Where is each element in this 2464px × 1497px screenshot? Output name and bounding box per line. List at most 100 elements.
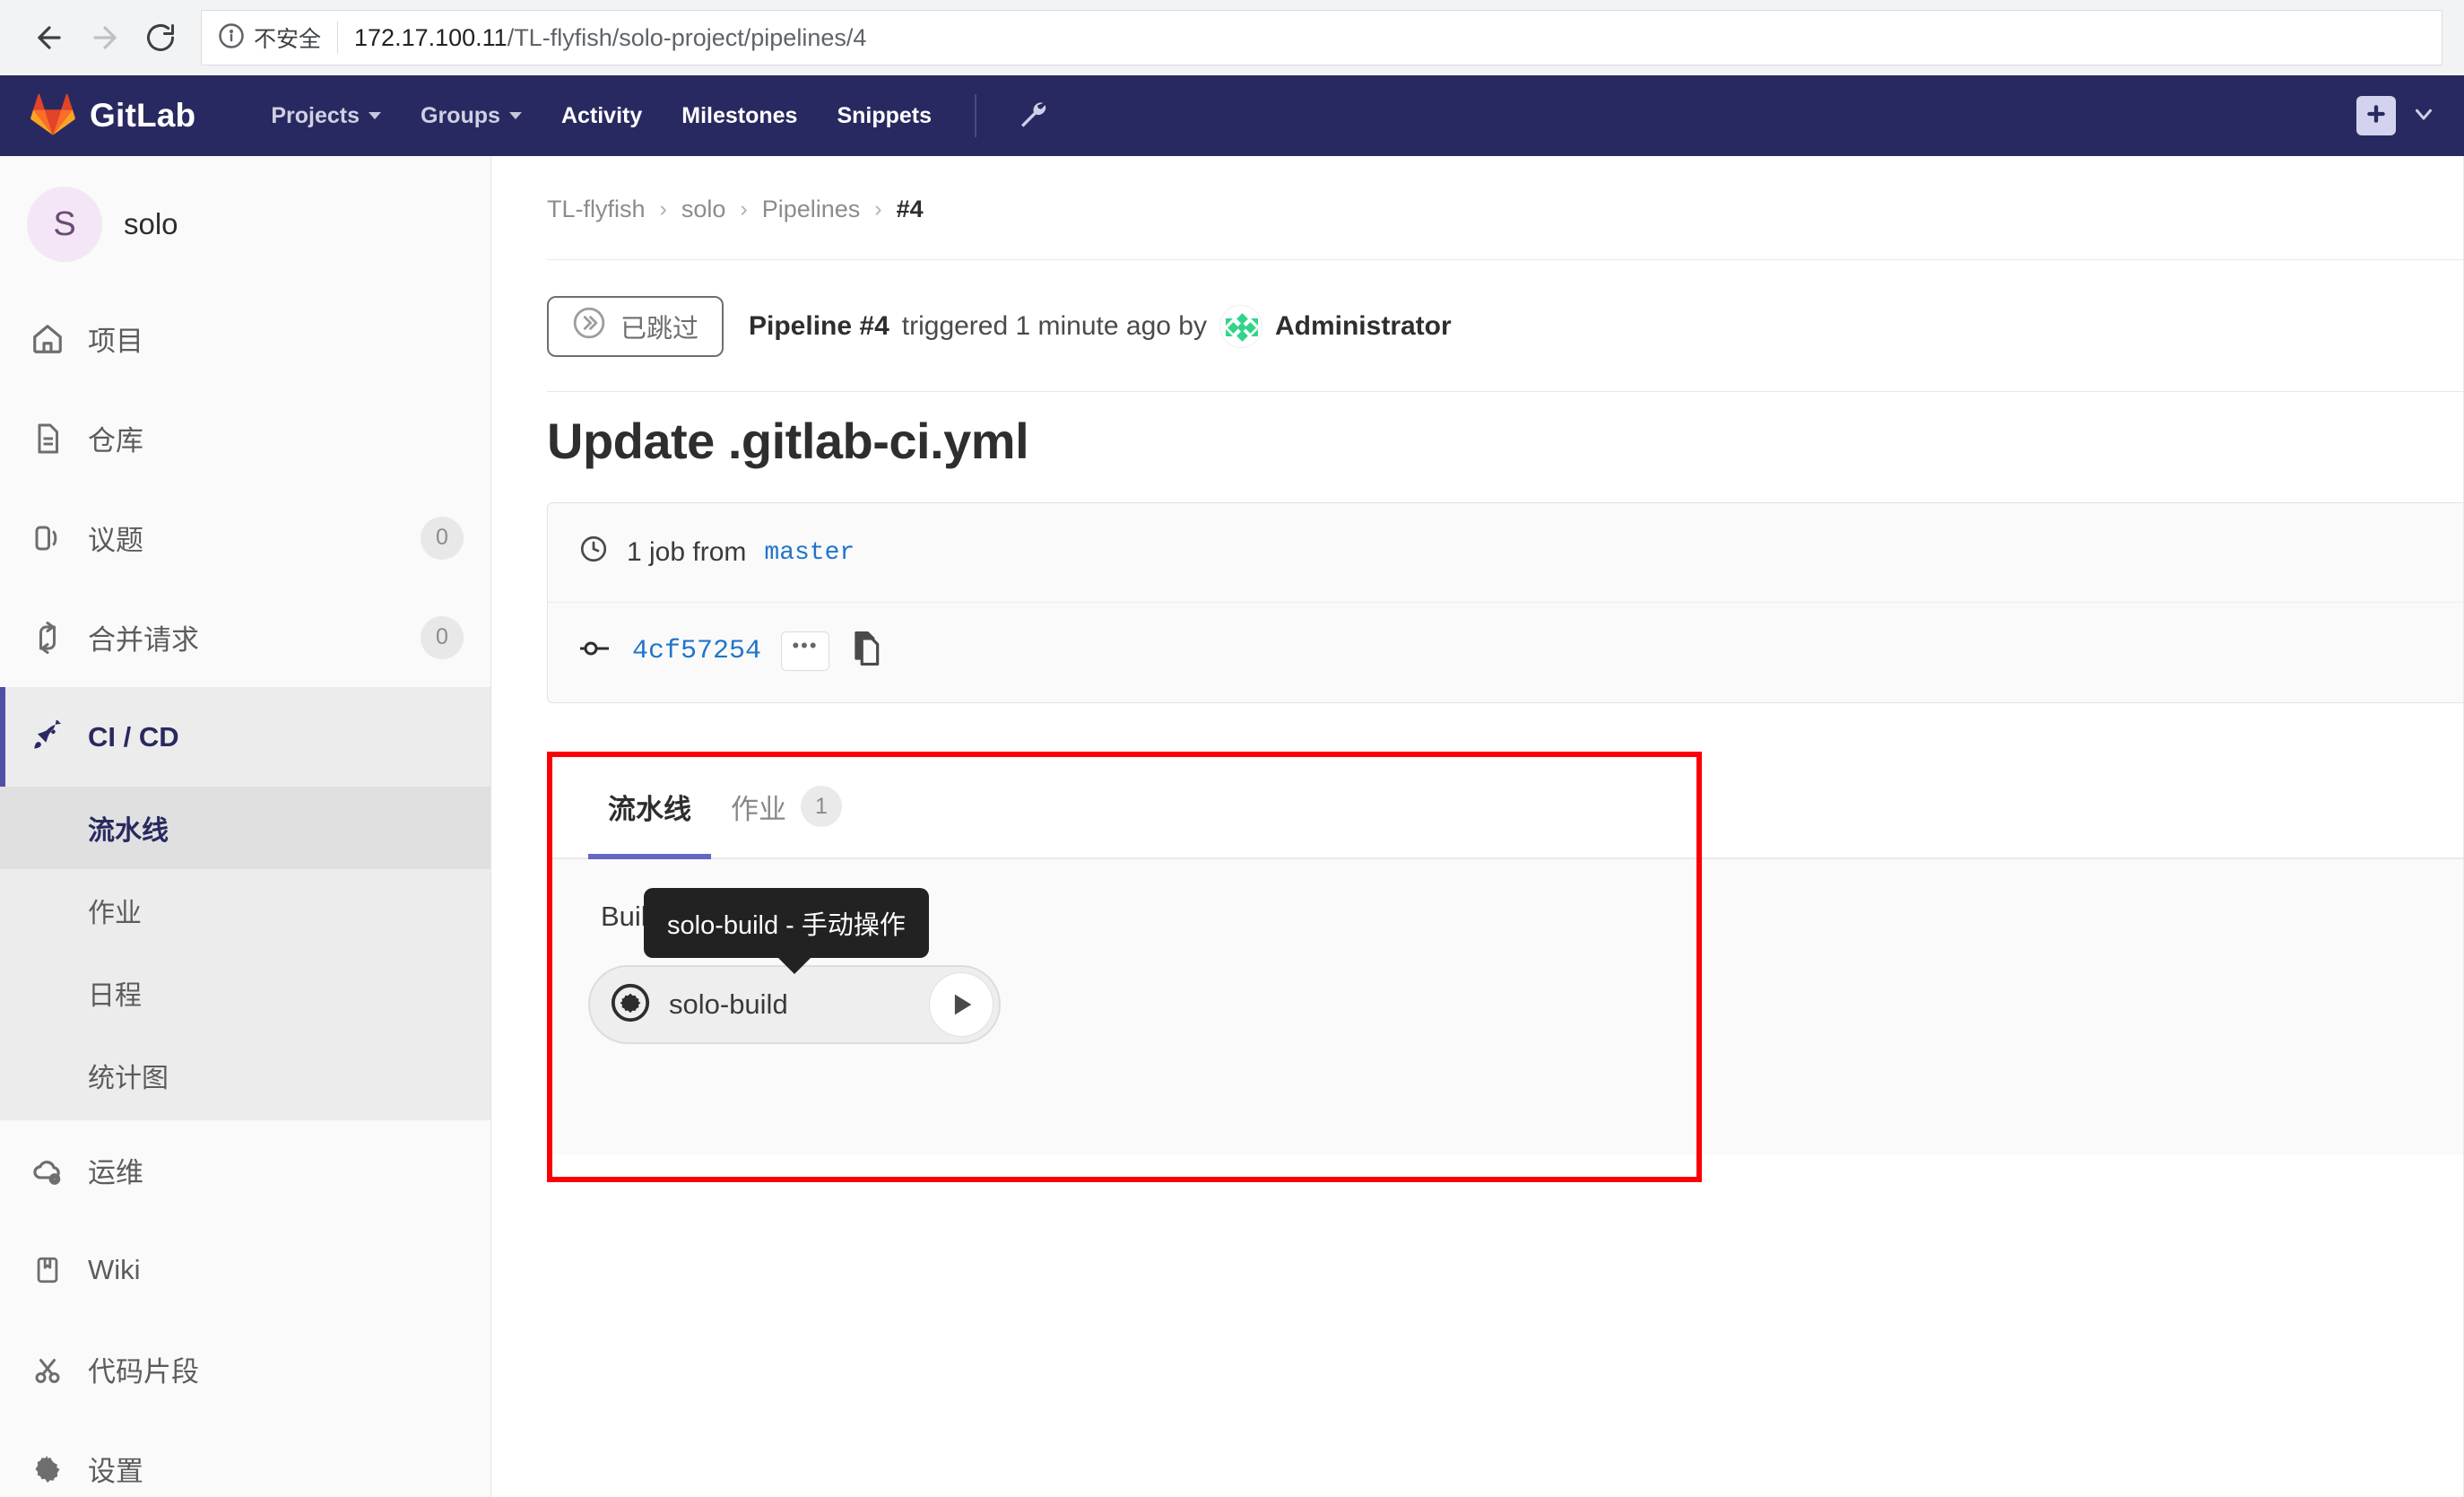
- page-body: S solo 项目 仓库 议题 0 合并请求 0 CI / CD 流水线 作业 …: [0, 156, 2464, 1497]
- url-text: 172.17.100.11/TL-flyfish/solo-project/pi…: [354, 24, 866, 52]
- page-title: Update .gitlab-ci.yml: [547, 413, 1029, 469]
- breadcrumb-separator: ›: [874, 196, 882, 222]
- sidebar-subitem-charts[interactable]: 统计图: [0, 1034, 490, 1117]
- sidebar-item-cicd[interactable]: CI / CD: [0, 687, 490, 787]
- url-host: 172.17.100.11: [354, 23, 508, 51]
- sidebar-subitem-schedules[interactable]: 日程: [0, 952, 490, 1034]
- trigger-user-name[interactable]: Administrator: [1275, 311, 1452, 342]
- breadcrumb-item-group[interactable]: TL-flyfish: [547, 196, 646, 223]
- book-icon: [29, 1255, 66, 1285]
- back-button[interactable]: [22, 10, 77, 65]
- pipeline-stage-column: Build solo-build - 手动操作 solo-build: [588, 888, 1010, 1044]
- sidebar-item-settings[interactable]: 设置: [0, 1419, 490, 1497]
- clock-icon: [578, 534, 609, 571]
- topnav-item-groups[interactable]: Groups: [401, 75, 542, 156]
- sidebar-item-label: 代码片段: [88, 1356, 199, 1388]
- sidebar-item-label: Wiki: [88, 1253, 141, 1285]
- sidebar-item-operations[interactable]: 运维: [0, 1120, 490, 1220]
- gitlab-top-navbar: GitLab Projects Groups Activity Mileston…: [0, 75, 2464, 156]
- topnav-item-milestones[interactable]: Milestones: [662, 75, 817, 156]
- browser-chrome: 不安全 172.17.100.11/TL-flyfish/solo-projec…: [0, 0, 2464, 75]
- chevron-down-icon[interactable]: [2410, 100, 2437, 132]
- topnav-label: Snippets: [837, 102, 933, 128]
- topnav-item-snippets[interactable]: Snippets: [817, 75, 951, 156]
- topnav-menu: Projects Groups Activity Milestones Snip…: [251, 75, 1068, 156]
- sidebar-item-repository[interactable]: 仓库: [0, 388, 490, 488]
- chevron-down-icon: [369, 112, 382, 119]
- sidebar-item-issues[interactable]: 议题 0: [0, 488, 490, 587]
- tab-label: 流水线: [608, 794, 691, 825]
- cloud-gear-icon: [29, 1153, 66, 1188]
- home-icon: [29, 322, 66, 356]
- play-icon[interactable]: [929, 972, 993, 1037]
- tab-jobs-count-badge: 1: [801, 786, 842, 827]
- identicon-avatar: [1219, 305, 1262, 348]
- document-icon: [29, 422, 66, 455]
- pipeline-tabs: 流水线 作业 1: [547, 743, 2464, 859]
- snippet-icon: [29, 1353, 66, 1386]
- settings-gear-icon: [29, 1453, 66, 1485]
- forward-arrow-icon: [88, 21, 122, 55]
- jobs-summary-text: 1 job from: [627, 537, 747, 567]
- wrench-icon: [1016, 97, 1048, 135]
- pipeline-summary-card: 1 job from master 4cf57254 •••: [547, 502, 2464, 703]
- pipeline-jobs-summary: 1 job from master: [548, 503, 2464, 603]
- sidebar-subitem-pipelines[interactable]: 流水线: [0, 787, 490, 869]
- project-name: solo: [124, 207, 178, 240]
- gitlab-logo-link[interactable]: GitLab: [30, 92, 195, 140]
- sidebar-item-merge-requests[interactable]: 合并请求 0: [0, 587, 490, 687]
- issues-icon: [29, 522, 66, 554]
- topnav-label: Activity: [560, 102, 643, 128]
- pipeline-header: 已跳过 Pipeline #4 triggered 1 minute ago b…: [547, 260, 2464, 391]
- info-circle-icon: [218, 22, 245, 54]
- status-badge[interactable]: 已跳过: [547, 296, 724, 357]
- breadcrumb-item-project[interactable]: solo: [681, 196, 726, 223]
- project-avatar: S: [27, 187, 102, 262]
- sidebar-item-wiki[interactable]: Wiki: [0, 1220, 490, 1319]
- issues-count-badge: 0: [421, 516, 464, 560]
- create-new-button[interactable]: [2356, 96, 2396, 135]
- job-tooltip: solo-build - 手动操作: [644, 888, 929, 974]
- topnav-item-activity[interactable]: Activity: [542, 75, 662, 156]
- admin-area-button[interactable]: [996, 75, 1068, 156]
- topnav-label: Projects: [271, 102, 360, 128]
- pipeline-job-card[interactable]: solo-build: [588, 965, 1001, 1044]
- sidebar-item-label: 仓库: [88, 425, 143, 457]
- breadcrumb-item-pipelines[interactable]: Pipelines: [762, 196, 861, 223]
- branch-link[interactable]: master: [764, 539, 855, 567]
- sidebar-item-label: 议题: [88, 525, 143, 556]
- security-indicator[interactable]: 不安全: [218, 22, 339, 54]
- sidebar-item-snippets[interactable]: 代码片段: [0, 1319, 490, 1419]
- project-sidebar: S solo 项目 仓库 议题 0 合并请求 0 CI / CD 流水线 作业 …: [0, 156, 491, 1497]
- breadcrumb: TL-flyfish › solo › Pipelines › #4: [547, 156, 2464, 259]
- sidebar-subitem-jobs[interactable]: 作业: [0, 869, 490, 952]
- url-path: /TL-flyfish/solo-project/pipelines/4: [507, 23, 867, 51]
- commit-node-icon: [578, 637, 612, 665]
- topnav-item-projects[interactable]: Projects: [251, 75, 401, 156]
- pipeline-trigger-text: triggered 1 minute ago by: [901, 311, 1207, 341]
- address-bar[interactable]: 不安全 172.17.100.11/TL-flyfish/solo-projec…: [201, 10, 2442, 65]
- sidebar-item-label: CI / CD: [88, 720, 179, 753]
- tab-jobs[interactable]: 作业 1: [711, 786, 862, 857]
- tab-pipeline[interactable]: 流水线: [588, 787, 711, 859]
- topnav-label: Groups: [421, 102, 500, 128]
- breadcrumb-separator: ›: [740, 196, 748, 222]
- forward-button[interactable]: [77, 10, 133, 65]
- gitlab-tanuki-icon: [30, 92, 75, 140]
- project-header[interactable]: S solo: [0, 156, 490, 289]
- reload-icon: [144, 22, 177, 54]
- rocket-icon: [29, 719, 66, 754]
- commit-sha-link[interactable]: 4cf57254: [632, 636, 761, 666]
- skipped-icon: [572, 306, 606, 347]
- breadcrumb-item-current: #4: [896, 196, 924, 222]
- cicd-subnav: 流水线 作业 日程 统计图: [0, 787, 490, 1120]
- main-content: TL-flyfish › solo › Pipelines › #4 已跳过 P…: [491, 156, 2464, 1497]
- back-arrow-icon: [32, 21, 66, 55]
- sidebar-item-label: 设置: [88, 1456, 143, 1487]
- ellipsis-icon[interactable]: •••: [781, 631, 830, 671]
- reload-button[interactable]: [133, 10, 188, 65]
- copy-icon[interactable]: [849, 630, 883, 672]
- pipeline-number: Pipeline #4: [749, 311, 889, 341]
- sidebar-item-label: 合并请求: [88, 624, 199, 656]
- sidebar-item-project[interactable]: 项目: [0, 289, 490, 388]
